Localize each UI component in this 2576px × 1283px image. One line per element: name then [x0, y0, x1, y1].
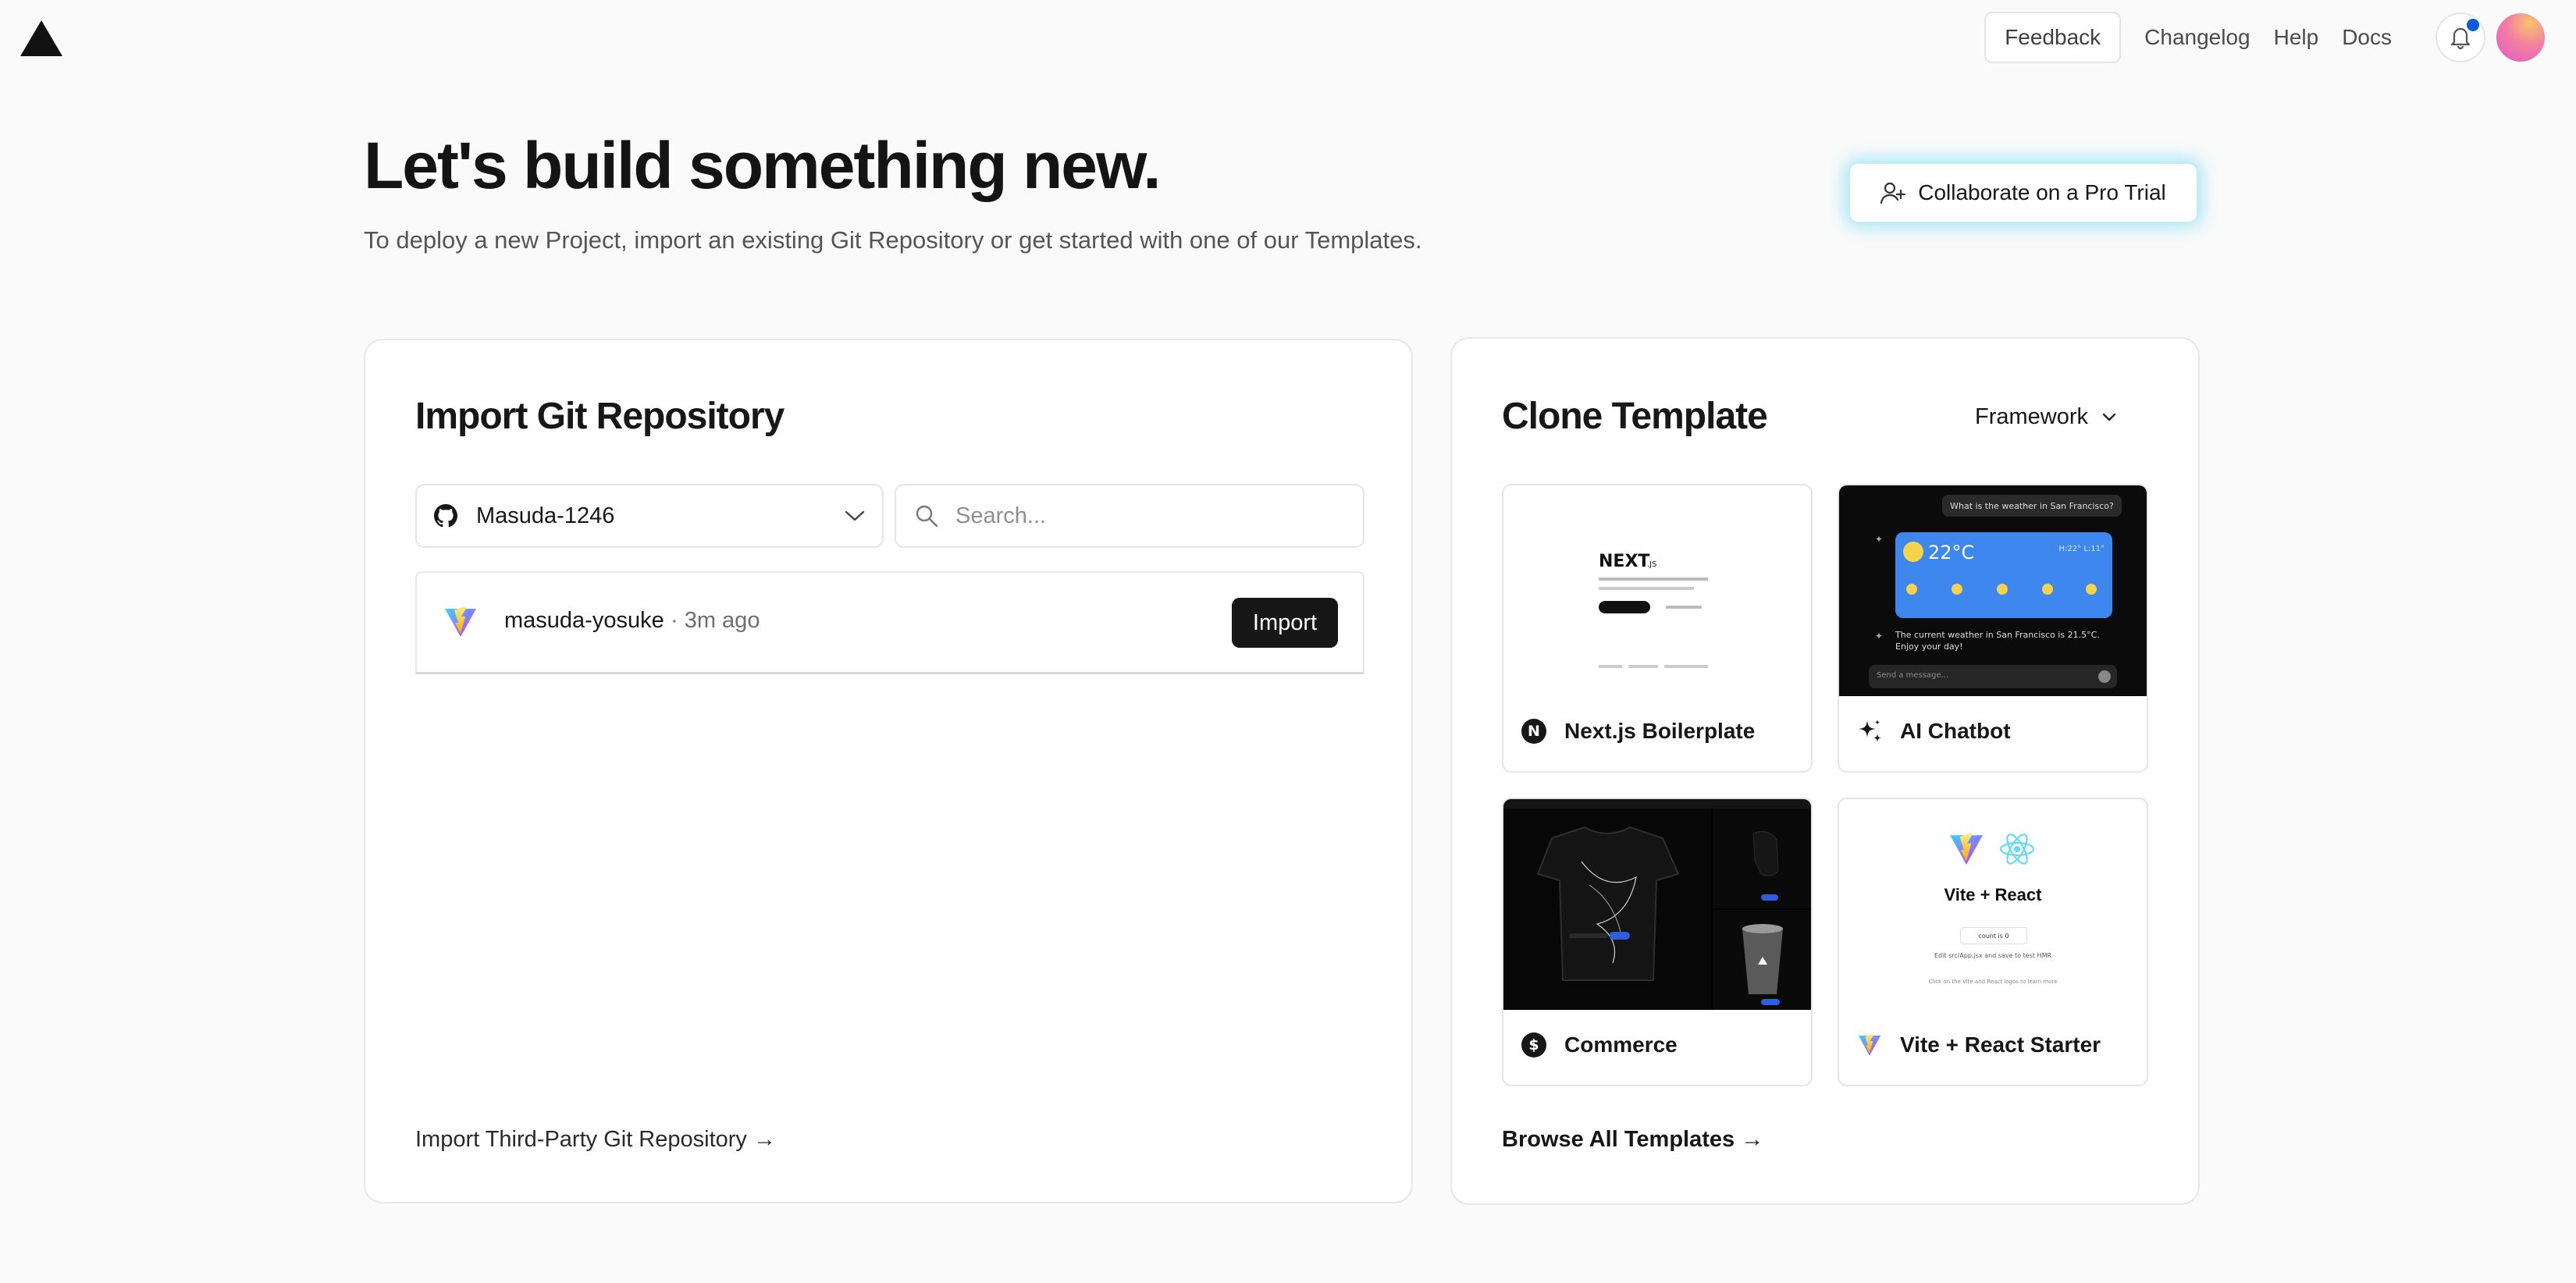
pro-trial-label: Collaborate on a Pro Trial: [1918, 180, 2166, 204]
browse-all-templates-link[interactable]: Browse All Templates →: [1502, 1127, 1763, 1153]
chevron-down-icon: [2102, 413, 2116, 421]
search-input[interactable]: [954, 502, 1332, 530]
template-label: N Next.js Boilerplate: [1521, 718, 1755, 745]
weather-temperature: 22°C: [1928, 542, 1975, 563]
page-subtitle: To deploy a new Project, import an exist…: [364, 226, 1422, 254]
git-account-name: Masuda-1246: [476, 503, 615, 528]
chatbot-question: What is the weather in San Francisco?: [1942, 495, 2122, 517]
react-logo-icon: [1999, 833, 2035, 865]
template-label: $ Commerce: [1521, 1032, 1678, 1058]
weather-card: 22°C H:22° L:11°: [1895, 532, 2112, 618]
svg-text:.JS: .JS: [1647, 560, 1656, 569]
framework-label: Framework: [1975, 404, 2089, 429]
send-icon: [2098, 670, 2111, 683]
feedback-button[interactable]: Feedback: [1984, 12, 2122, 63]
template-name: Commerce: [1564, 1032, 1678, 1057]
sun-icon: [1903, 542, 1923, 562]
framework-filter[interactable]: Framework: [1975, 404, 2116, 430]
template-name: Next.js Boilerplate: [1564, 719, 1756, 743]
sparkle-small-icon: ✦: [1875, 631, 1884, 642]
vite-preview-heading: Vite + React: [1944, 885, 2042, 904]
template-name: AI Chatbot: [1900, 719, 2011, 743]
vite-preview-docs-text: Click on the Vite and React logos to lea…: [1928, 979, 2058, 985]
vite-icon: [445, 607, 476, 637]
page-title: Let's build something new.: [364, 129, 1162, 202]
help-link[interactable]: Help: [2274, 25, 2319, 50]
vite-logo-icon: [1950, 833, 1983, 865]
template-preview: NEXT .JS: [1503, 485, 1811, 696]
chatbot-message-field: Send a message...: [1869, 665, 2117, 688]
nextjs-icon: N: [1521, 718, 1547, 745]
repo-search-field[interactable]: [895, 484, 1364, 548]
git-account-select[interactable]: Masuda-1246: [415, 484, 884, 548]
search-icon: [916, 505, 938, 528]
template-nextjs-boilerplate[interactable]: NEXT .JS N Next.js Boilerplate: [1502, 484, 1813, 773]
import-button[interactable]: Import: [1232, 598, 1338, 648]
github-icon: [434, 504, 457, 528]
changelog-link[interactable]: Changelog: [2144, 25, 2250, 50]
pro-trial-button[interactable]: Collaborate on a Pro Trial: [1848, 162, 2198, 223]
chatbot-answer: The current weather in San Francisco is …: [1895, 630, 2100, 652]
template-vite-react-starter[interactable]: Vite + React count is 0 Edit src/App.jsx…: [1838, 798, 2148, 1086]
clone-template-card: Clone Template Framework NEXT .JS N Next…: [1450, 337, 2200, 1205]
template-commerce[interactable]: $ Commerce: [1502, 798, 1813, 1086]
dollar-icon: $: [1521, 1032, 1547, 1058]
template-preview: Vite + React count is 0 Edit src/App.jsx…: [1839, 799, 2147, 1010]
vite-preview-edit-text: Edit src/App.jsx and save to test HMR: [1934, 952, 2052, 959]
template-name: Vite + React Starter: [1900, 1032, 2101, 1057]
repo-time: · 3m ago: [671, 608, 760, 633]
clone-card-title: Clone Template: [1502, 396, 1768, 437]
avatar[interactable]: [2496, 13, 2545, 62]
nextjs-preview-graphic: NEXT .JS: [1599, 552, 1708, 668]
template-label: Vite + React Starter: [1856, 1032, 2101, 1058]
notifications-button[interactable]: [2435, 12, 2485, 62]
template-ai-chatbot[interactable]: What is the weather in San Francisco? ✦ …: [1838, 484, 2148, 773]
vite-preview-count: count is 0: [1960, 927, 2027, 944]
weather-hilo: H:22° L:11°: [2058, 545, 2105, 553]
svg-text:NEXT: NEXT: [1599, 552, 1649, 571]
sparkle-small-icon: ✦: [1875, 534, 1884, 545]
repo-name[interactable]: masuda-yosuke: [504, 608, 664, 634]
chevron-down-icon: [845, 510, 865, 521]
add-user-icon: [1880, 182, 1906, 204]
template-preview: What is the weather in San Francisco? ✦ …: [1839, 485, 2147, 696]
template-preview: [1503, 799, 1811, 1010]
import-card-title: Import Git Repository: [415, 396, 785, 437]
import-repo-card: Import Git Repository Masuda-1246 Search…: [364, 339, 1413, 1203]
sparkles-icon: [1856, 718, 1883, 745]
import-third-party-link[interactable]: Import Third-Party Git Repository →: [415, 1127, 776, 1153]
repo-list: masuda-yosuke · 3m ago Import: [415, 571, 1364, 674]
top-nav: Feedback Changelog Help Docs: [1984, 11, 2545, 64]
template-label: AI Chatbot: [1856, 718, 2011, 745]
vite-icon: [1856, 1032, 1883, 1058]
vercel-logo-icon[interactable]: [20, 20, 62, 56]
docs-link[interactable]: Docs: [2342, 25, 2392, 50]
commerce-preview-graphic: [1503, 799, 1811, 1010]
list-item: masuda-yosuke · 3m ago Import: [417, 573, 1363, 673]
notification-dot: [2465, 17, 2481, 33]
